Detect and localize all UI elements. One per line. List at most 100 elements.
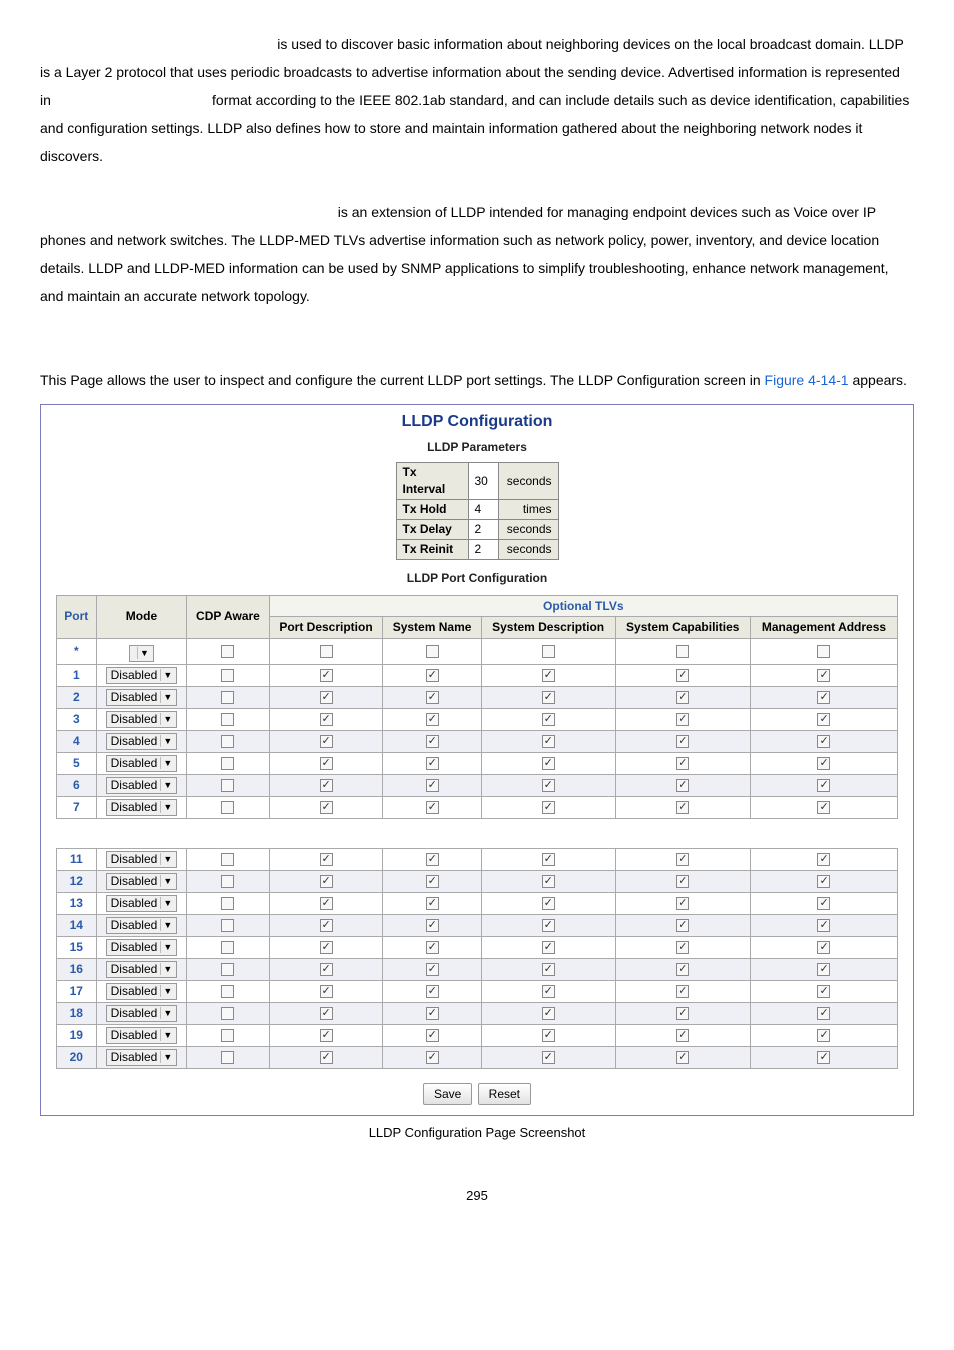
checkbox[interactable]: [221, 1051, 234, 1064]
checkbox[interactable]: [221, 1007, 234, 1020]
checkbox[interactable]: [221, 669, 234, 682]
mode-select[interactable]: ▼: [129, 645, 154, 662]
checkbox[interactable]: [676, 1029, 689, 1042]
checkbox[interactable]: [542, 1029, 555, 1042]
checkbox[interactable]: [542, 941, 555, 954]
checkbox[interactable]: [426, 645, 439, 658]
checkbox[interactable]: [676, 985, 689, 998]
checkbox[interactable]: [542, 645, 555, 658]
param-value[interactable]: 2: [468, 539, 498, 559]
checkbox[interactable]: [817, 1029, 830, 1042]
checkbox[interactable]: [320, 691, 333, 704]
checkbox[interactable]: [221, 875, 234, 888]
checkbox[interactable]: [426, 1007, 439, 1020]
checkbox[interactable]: [676, 735, 689, 748]
mode-select[interactable]: Disabled▼: [106, 983, 178, 1000]
checkbox[interactable]: [817, 1051, 830, 1064]
checkbox[interactable]: [542, 985, 555, 998]
checkbox[interactable]: [817, 853, 830, 866]
checkbox[interactable]: [320, 1051, 333, 1064]
checkbox[interactable]: [320, 897, 333, 910]
checkbox[interactable]: [542, 897, 555, 910]
mode-select[interactable]: Disabled▼: [106, 939, 178, 956]
param-value[interactable]: 4: [468, 499, 498, 519]
checkbox[interactable]: [221, 801, 234, 814]
checkbox[interactable]: [221, 691, 234, 704]
checkbox[interactable]: [542, 1051, 555, 1064]
checkbox[interactable]: [426, 941, 439, 954]
checkbox[interactable]: [676, 1007, 689, 1020]
checkbox[interactable]: [426, 919, 439, 932]
checkbox[interactable]: [221, 919, 234, 932]
checkbox[interactable]: [817, 757, 830, 770]
figure-link[interactable]: Figure 4-14-1: [765, 372, 849, 388]
checkbox[interactable]: [676, 919, 689, 932]
checkbox[interactable]: [320, 1007, 333, 1020]
reset-button[interactable]: Reset: [478, 1083, 531, 1106]
checkbox[interactable]: [676, 853, 689, 866]
checkbox[interactable]: [676, 713, 689, 726]
checkbox[interactable]: [676, 801, 689, 814]
checkbox[interactable]: [426, 963, 439, 976]
checkbox[interactable]: [320, 779, 333, 792]
checkbox[interactable]: [426, 757, 439, 770]
checkbox[interactable]: [320, 963, 333, 976]
mode-select[interactable]: Disabled▼: [106, 755, 178, 772]
checkbox[interactable]: [320, 713, 333, 726]
mode-select[interactable]: Disabled▼: [106, 711, 178, 728]
checkbox[interactable]: [221, 1029, 234, 1042]
checkbox[interactable]: [542, 1007, 555, 1020]
checkbox[interactable]: [817, 645, 830, 658]
checkbox[interactable]: [221, 713, 234, 726]
checkbox[interactable]: [320, 875, 333, 888]
mode-select[interactable]: Disabled▼: [106, 689, 178, 706]
checkbox[interactable]: [221, 853, 234, 866]
checkbox[interactable]: [320, 853, 333, 866]
checkbox[interactable]: [426, 875, 439, 888]
checkbox[interactable]: [817, 669, 830, 682]
checkbox[interactable]: [221, 941, 234, 954]
checkbox[interactable]: [676, 941, 689, 954]
checkbox[interactable]: [320, 985, 333, 998]
checkbox[interactable]: [426, 1029, 439, 1042]
mode-select[interactable]: Disabled▼: [106, 851, 178, 868]
checkbox[interactable]: [320, 645, 333, 658]
mode-select[interactable]: Disabled▼: [106, 895, 178, 912]
mode-select[interactable]: Disabled▼: [106, 1005, 178, 1022]
checkbox[interactable]: [320, 801, 333, 814]
save-button[interactable]: Save: [423, 1083, 472, 1106]
checkbox[interactable]: [676, 691, 689, 704]
checkbox[interactable]: [221, 985, 234, 998]
checkbox[interactable]: [676, 779, 689, 792]
checkbox[interactable]: [817, 713, 830, 726]
checkbox[interactable]: [320, 669, 333, 682]
checkbox[interactable]: [542, 919, 555, 932]
checkbox[interactable]: [817, 985, 830, 998]
checkbox[interactable]: [320, 757, 333, 770]
checkbox[interactable]: [817, 941, 830, 954]
mode-select[interactable]: Disabled▼: [106, 667, 178, 684]
checkbox[interactable]: [320, 1029, 333, 1042]
checkbox[interactable]: [542, 875, 555, 888]
mode-select[interactable]: Disabled▼: [106, 799, 178, 816]
checkbox[interactable]: [817, 1007, 830, 1020]
checkbox[interactable]: [426, 669, 439, 682]
checkbox[interactable]: [542, 669, 555, 682]
checkbox[interactable]: [676, 875, 689, 888]
checkbox[interactable]: [221, 897, 234, 910]
mode-select[interactable]: Disabled▼: [106, 873, 178, 890]
checkbox[interactable]: [676, 897, 689, 910]
mode-select[interactable]: Disabled▼: [106, 733, 178, 750]
checkbox[interactable]: [426, 735, 439, 748]
checkbox[interactable]: [817, 801, 830, 814]
mode-select[interactable]: Disabled▼: [106, 961, 178, 978]
checkbox[interactable]: [426, 985, 439, 998]
checkbox[interactable]: [817, 691, 830, 704]
checkbox[interactable]: [817, 779, 830, 792]
checkbox[interactable]: [426, 1051, 439, 1064]
checkbox[interactable]: [426, 853, 439, 866]
checkbox[interactable]: [221, 779, 234, 792]
checkbox[interactable]: [426, 691, 439, 704]
mode-select[interactable]: Disabled▼: [106, 1049, 178, 1066]
checkbox[interactable]: [542, 713, 555, 726]
